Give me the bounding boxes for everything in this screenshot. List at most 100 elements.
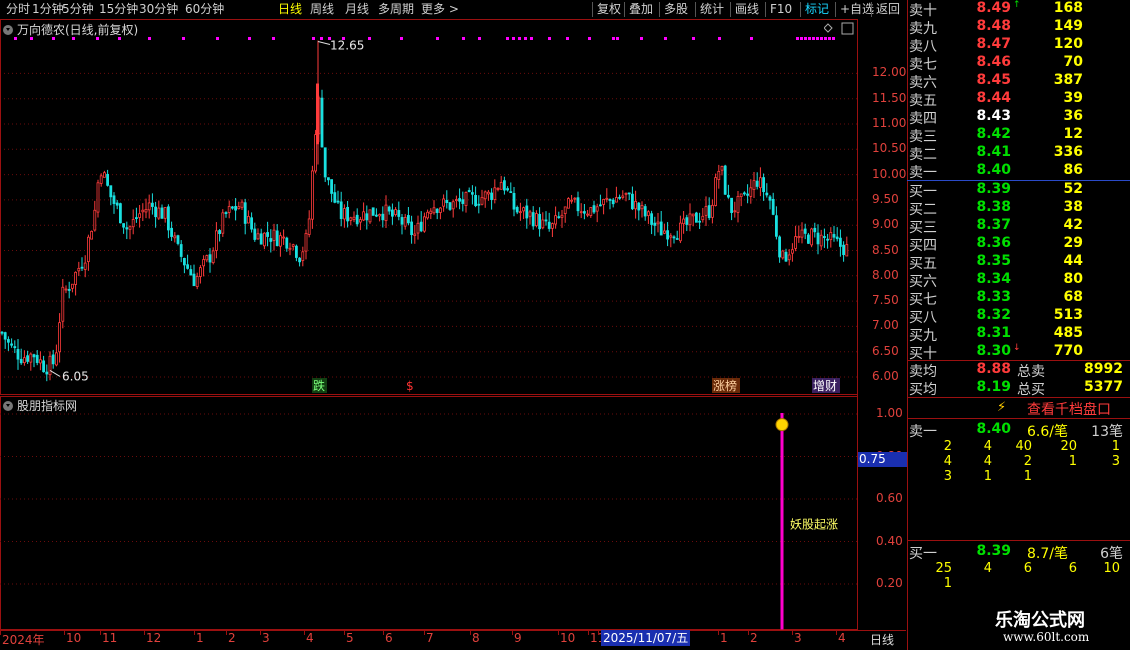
sell-level-6[interactable]: 卖六 8.45 387 (907, 72, 1130, 91)
buy-level-9[interactable]: 买九 8.31 485 (907, 325, 1130, 344)
kline-chart[interactable]: 12.65 6.05 跌 $ 涨榜 增财 (0, 19, 858, 395)
tool-button-2[interactable]: 多股 (664, 1, 688, 18)
period-tab-0[interactable]: 分时 (6, 1, 30, 18)
candle (579, 203, 583, 219)
date-tick-mark (558, 630, 559, 635)
signal-dot (512, 37, 515, 40)
indicator-panel[interactable]: 妖股起涨 (0, 396, 858, 630)
kline-panel[interactable]: 12.65 6.05 跌 $ 涨榜 增财 (0, 19, 858, 395)
diamond-icon[interactable] (824, 23, 833, 33)
candle (285, 236, 289, 252)
candle (522, 206, 525, 220)
indicator-chart[interactable]: 妖股起涨 (0, 396, 858, 630)
panel-toggle-icon[interactable] (841, 22, 854, 35)
sell-level-10[interactable]: 卖十 8.49 168 ↑ (907, 0, 1130, 19)
period-tab-5[interactable]: 60分钟 (185, 1, 224, 18)
candle (61, 278, 65, 329)
total-label: 总买 (1017, 382, 1045, 398)
candle (368, 209, 372, 224)
order-label: 买一 (909, 184, 937, 200)
buy-level-7[interactable]: 买七 8.33 68 (907, 289, 1130, 308)
period-tab-10[interactable]: 更多 > (421, 1, 459, 18)
period-tab-1[interactable]: 1分钟 (32, 1, 64, 18)
candle (205, 254, 209, 263)
tool-button-0[interactable]: 复权 (597, 1, 621, 18)
candle (653, 216, 657, 236)
signal-dot (808, 37, 811, 40)
dropdown-circle-icon[interactable] (3, 25, 13, 35)
order-price: 8.42 (976, 126, 1011, 142)
buy-level-2[interactable]: 买二 8.38 38 (907, 199, 1130, 218)
buy-level-1[interactable]: 买一 8.39 52 (907, 181, 1130, 200)
event-badge-1: $ (406, 379, 414, 393)
sell-level-1[interactable]: 卖一 8.40 86 (907, 162, 1130, 181)
candle (262, 232, 266, 250)
indicator-title[interactable]: 股朋指标网 (3, 397, 77, 414)
tool-button-4[interactable]: 画线 (735, 1, 759, 18)
event-badge-0: 跌 (313, 378, 325, 393)
candle (631, 186, 634, 211)
candle (544, 211, 548, 226)
period-tab-2[interactable]: 5分钟 (62, 1, 94, 18)
total-volume: 5377 (1084, 379, 1123, 395)
watermark-url: www.60lt.com (1003, 630, 1090, 644)
sell-level-9[interactable]: 卖九 8.48 149 (907, 18, 1130, 37)
date-tick-mark (304, 630, 305, 635)
tool-button-5[interactable]: F10 (770, 1, 792, 18)
candle (221, 209, 225, 237)
period-tab-3[interactable]: 15分钟 (99, 1, 138, 18)
buy-level-3[interactable]: 买三 8.37 42 (907, 217, 1130, 236)
order-price: 8.44 (976, 90, 1011, 106)
sell-level-4[interactable]: 卖四 8.43 36 (907, 108, 1130, 127)
sell-level-5[interactable]: 卖五 8.44 39 (907, 90, 1130, 109)
candle (224, 211, 228, 218)
candle (144, 198, 148, 219)
tool-button-6[interactable]: 标记 (805, 1, 829, 18)
period-tab-9[interactable]: 多周期 (378, 1, 414, 18)
period-tab-7[interactable]: 周线 (310, 1, 334, 18)
tool-button-1[interactable]: 叠加 (629, 1, 653, 18)
candle (51, 349, 55, 369)
chart-title[interactable]: 万向德农(日线,前复权) (3, 21, 138, 38)
candle (122, 223, 125, 234)
candle (413, 225, 417, 244)
date-tick: 10 (560, 631, 576, 645)
candle (227, 200, 231, 219)
date-tick-mark (144, 630, 145, 635)
order-book-panel: 卖十 8.49 168 ↑ 卖九 8.48 149 卖八 8.47 120 卖七 8.46 70 卖六 8.… (907, 0, 1130, 650)
candle (115, 200, 119, 210)
buy-level-10[interactable]: 买十 8.30 770 ↓ (907, 343, 1130, 362)
candle (659, 210, 663, 236)
candle (711, 199, 714, 224)
sell-level-3[interactable]: 卖三 8.42 12 (907, 126, 1130, 145)
period-indicator[interactable]: 日线 (858, 631, 906, 648)
period-tab-8[interactable]: 月线 (345, 1, 369, 18)
order-volume: 38 (1063, 199, 1083, 215)
period-tab-4[interactable]: 30分钟 (139, 1, 178, 18)
tool-button-7[interactable]: +自选 (840, 1, 874, 18)
candle (77, 261, 81, 277)
candle (355, 208, 359, 227)
candle (499, 175, 503, 190)
sell-level-8[interactable]: 卖八 8.47 120 (907, 36, 1130, 55)
date-tick-mark (383, 630, 384, 635)
buy-level-4[interactable]: 买四 8.36 29 (907, 235, 1130, 254)
tool-button-3[interactable]: 统计 (700, 1, 724, 18)
sell-level-7[interactable]: 卖七 8.46 70 (907, 54, 1130, 73)
signal-dot (566, 37, 569, 40)
buy-level-8[interactable]: 买八 8.32 513 (907, 307, 1130, 326)
date-tick: 1 (196, 631, 204, 645)
candle (381, 206, 385, 228)
queue-order-size: 3 (1111, 454, 1120, 469)
thousand-depth-link[interactable]: 查看千档盘口 (1027, 399, 1111, 419)
candle (448, 201, 452, 211)
dropdown-circle-icon[interactable] (3, 401, 13, 411)
period-tab-6[interactable]: 日线 (278, 1, 302, 18)
candle (599, 194, 602, 207)
sell-average-row: 卖均 8.88 总卖 8992 (907, 361, 1130, 380)
candle (765, 183, 769, 198)
buy-level-6[interactable]: 买六 8.34 80 (907, 271, 1130, 290)
buy-level-5[interactable]: 买五 8.35 44 (907, 253, 1130, 272)
tool-button-8[interactable]: 返回 (876, 1, 900, 18)
sell-level-2[interactable]: 卖二 8.41 336 (907, 144, 1130, 163)
